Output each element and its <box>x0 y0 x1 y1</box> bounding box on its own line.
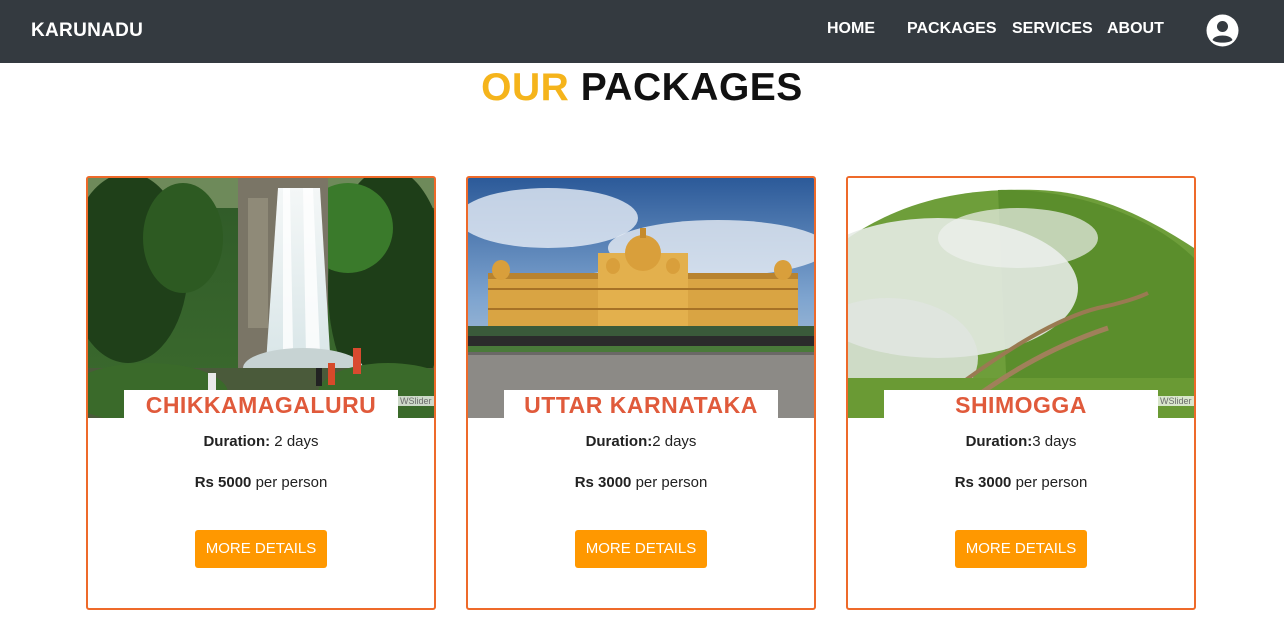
page-title: OUR PACKAGES <box>0 66 1284 110</box>
nav-link-packages[interactable]: PACKAGES <box>907 20 997 38</box>
price-amount: Rs 5000 <box>194 474 252 491</box>
misty-hill-photo <box>848 178 1194 418</box>
navbar: KARUNADU HOME PACKAGES SERVICES ABOUT <box>0 0 1284 63</box>
user-circle-icon[interactable] <box>1206 14 1239 47</box>
image-watermark: WSlider <box>398 396 434 406</box>
price-suffix: per person <box>1011 474 1088 491</box>
package-price: Rs 3000 per person <box>468 474 814 491</box>
title-main: PACKAGES <box>580 66 803 109</box>
price-amount: Rs 3000 <box>954 474 1012 491</box>
palace-photo <box>468 178 814 418</box>
duration-label: Duration: <box>585 433 653 450</box>
package-price: Rs 3000 per person <box>848 474 1194 491</box>
more-details-button[interactable]: MORE DETAILS <box>955 530 1087 568</box>
package-duration: Duration:2 days <box>468 433 814 450</box>
package-name: SHIMOGGA <box>955 392 1087 418</box>
package-card-uttar-karnataka: UTTAR KARNATAKA Duration:2 days Rs 3000 … <box>466 176 816 610</box>
package-name-box: SHIMOGGA <box>884 390 1158 420</box>
more-details-button[interactable]: MORE DETAILS <box>195 530 327 568</box>
nav-link-services[interactable]: SERVICES <box>1012 20 1093 38</box>
nav-link-home[interactable]: HOME <box>827 20 875 38</box>
more-details-button[interactable]: MORE DETAILS <box>575 530 707 568</box>
package-name: CHIKKAMAGALURU <box>145 392 377 418</box>
waterfall-photo <box>88 178 434 418</box>
package-name-box: UTTAR KARNATAKA <box>504 390 778 420</box>
package-name-box: CHIKKAMAGALURU <box>124 390 398 420</box>
duration-value: 3 days <box>1032 433 1077 450</box>
price-amount: Rs 3000 <box>574 474 632 491</box>
package-name: UTTAR KARNATAKA <box>524 392 758 418</box>
price-suffix: per person <box>631 474 708 491</box>
brand-logo[interactable]: KARUNADU <box>31 20 143 42</box>
duration-label: Duration: <box>203 433 271 450</box>
image-watermark: WSlider <box>1158 396 1194 406</box>
price-suffix: per person <box>251 474 328 491</box>
duration-value: 2 days <box>652 433 697 450</box>
package-price: Rs 5000 per person <box>88 474 434 491</box>
duration-label: Duration: <box>965 433 1033 450</box>
package-duration: Duration: 2 days <box>88 433 434 450</box>
package-card-shimogga: WSlider SHIMOGGA Duration:3 days Rs 3000… <box>846 176 1196 610</box>
duration-value: 2 days <box>270 433 319 450</box>
package-duration: Duration:3 days <box>848 433 1194 450</box>
nav-link-about[interactable]: ABOUT <box>1107 20 1164 38</box>
title-accent: OUR <box>481 66 570 109</box>
package-card-chikkamagaluru: WSlider CHIKKAMAGALURU Duration: 2 days … <box>86 176 436 610</box>
